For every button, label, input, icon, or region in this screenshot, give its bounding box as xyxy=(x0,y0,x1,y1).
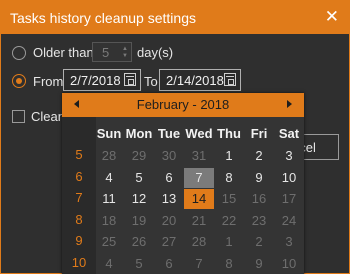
stepper-down-icon[interactable]: ▼ xyxy=(122,53,128,59)
calendar-popup: February - 2018 Sun Mon Tue Wed Thu Fri … xyxy=(62,93,304,274)
older-than-label: Older than xyxy=(33,45,94,60)
calendar-day[interactable]: 8 xyxy=(214,254,244,274)
week-number: 8 xyxy=(75,211,83,227)
calendar-day[interactable]: 28 xyxy=(184,232,214,252)
calendar-day[interactable]: 27 xyxy=(154,232,184,252)
calendar-day[interactable]: 3 xyxy=(274,232,304,252)
to-date-field[interactable]: 2/14/2018 xyxy=(159,69,241,91)
calendar-day[interactable]: 3 xyxy=(274,146,304,166)
weekday-sun: Sun xyxy=(96,126,122,141)
from-label: From xyxy=(33,74,64,89)
week-number: 9 xyxy=(75,233,83,248)
chevron-right-icon[interactable] xyxy=(287,100,292,108)
week-number: 6 xyxy=(75,168,83,184)
calendar-day[interactable]: 8 xyxy=(214,168,244,188)
calendar-day[interactable]: 25 xyxy=(94,232,124,252)
calendar-icon[interactable] xyxy=(124,73,136,86)
calendar-header: February - 2018 xyxy=(62,93,304,117)
window-title: Tasks history cleanup settings xyxy=(10,10,196,26)
calendar-day[interactable]: 11 xyxy=(94,189,124,209)
weekday-fri: Fri xyxy=(250,126,268,141)
calendar-day[interactable]: 4 xyxy=(94,254,124,274)
weekday-tue: Tue xyxy=(157,126,181,141)
calendar-day[interactable]: 13 xyxy=(154,189,184,209)
calendar-day[interactable]: 4 xyxy=(94,168,124,188)
calendar-day[interactable]: 2 xyxy=(244,232,274,252)
calendar-day[interactable]: 6 xyxy=(154,254,184,274)
days-stepper[interactable]: 5 ▲ ▼ xyxy=(92,42,132,62)
calendar-day[interactable]: 7 xyxy=(184,167,214,188)
calendar-icon[interactable] xyxy=(224,73,236,86)
calendar-day[interactable]: 1 xyxy=(214,232,244,252)
week-number: 10 xyxy=(71,254,87,270)
from-date-field[interactable]: 2/7/2018 xyxy=(63,69,141,91)
weekday-sat: Sat xyxy=(278,126,300,141)
calendar-day[interactable]: 5 xyxy=(124,254,154,274)
calendar-day[interactable]: 18 xyxy=(94,211,124,231)
calendar-day[interactable]: 23 xyxy=(244,211,274,231)
from-date-value: 2/7/2018 xyxy=(70,73,121,88)
date-range-radio[interactable] xyxy=(12,74,26,88)
calendar-day[interactable]: 5 xyxy=(124,168,154,188)
calendar-day[interactable]: 29 xyxy=(124,146,154,166)
calendar-day[interactable]: 10 xyxy=(274,168,304,188)
calendar-day[interactable]: 9 xyxy=(244,254,274,274)
calendar-day[interactable]: 14 xyxy=(184,189,214,209)
days-value: 5 xyxy=(102,45,110,60)
calendar-day[interactable]: 30 xyxy=(154,146,184,166)
calendar-day[interactable]: 10 xyxy=(274,254,304,274)
to-date-value: 2/14/2018 xyxy=(166,73,224,88)
close-icon[interactable]: ✕ xyxy=(325,7,339,27)
week-number: 5 xyxy=(75,147,83,162)
calendar-day[interactable]: 22 xyxy=(214,211,244,231)
calendar-day[interactable]: 6 xyxy=(154,168,184,188)
calendar-day[interactable]: 17 xyxy=(274,189,304,209)
calendar-day[interactable]: 26 xyxy=(124,232,154,252)
calendar-day[interactable]: 24 xyxy=(274,211,304,231)
week-number: 7 xyxy=(75,190,83,205)
calendar-day[interactable]: 16 xyxy=(244,189,274,209)
weekday-wed: Wed xyxy=(185,126,213,141)
cleanup-checkbox[interactable] xyxy=(12,110,25,123)
calendar-day[interactable]: 12 xyxy=(124,189,154,209)
calendar-month-title[interactable]: February - 2018 xyxy=(62,97,304,112)
calendar-day[interactable]: 2 xyxy=(244,146,274,166)
calendar-day[interactable]: 19 xyxy=(124,211,154,231)
title-bar: Tasks history cleanup settings ✕ xyxy=(1,1,349,34)
weekday-mon: Mon xyxy=(125,126,153,141)
calendar-day[interactable]: 9 xyxy=(244,168,274,188)
calendar-day[interactable]: 31 xyxy=(184,146,214,166)
stepper-up-icon[interactable]: ▲ xyxy=(122,46,128,52)
calendar-day[interactable]: 15 xyxy=(214,189,244,209)
calendar-day[interactable]: 7 xyxy=(184,254,214,274)
to-label: To xyxy=(144,74,158,89)
calendar-day[interactable]: 28 xyxy=(94,146,124,166)
older-than-radio[interactable] xyxy=(12,46,26,60)
weekday-thu: Thu xyxy=(217,126,241,141)
days-label: day(s) xyxy=(137,45,174,60)
calendar-day[interactable]: 21 xyxy=(184,211,214,231)
cleanup-settings-dialog: Tasks history cleanup settings ✕ Older t… xyxy=(0,0,350,274)
calendar-day[interactable]: 1 xyxy=(214,146,244,166)
calendar-day[interactable]: 20 xyxy=(154,211,184,231)
